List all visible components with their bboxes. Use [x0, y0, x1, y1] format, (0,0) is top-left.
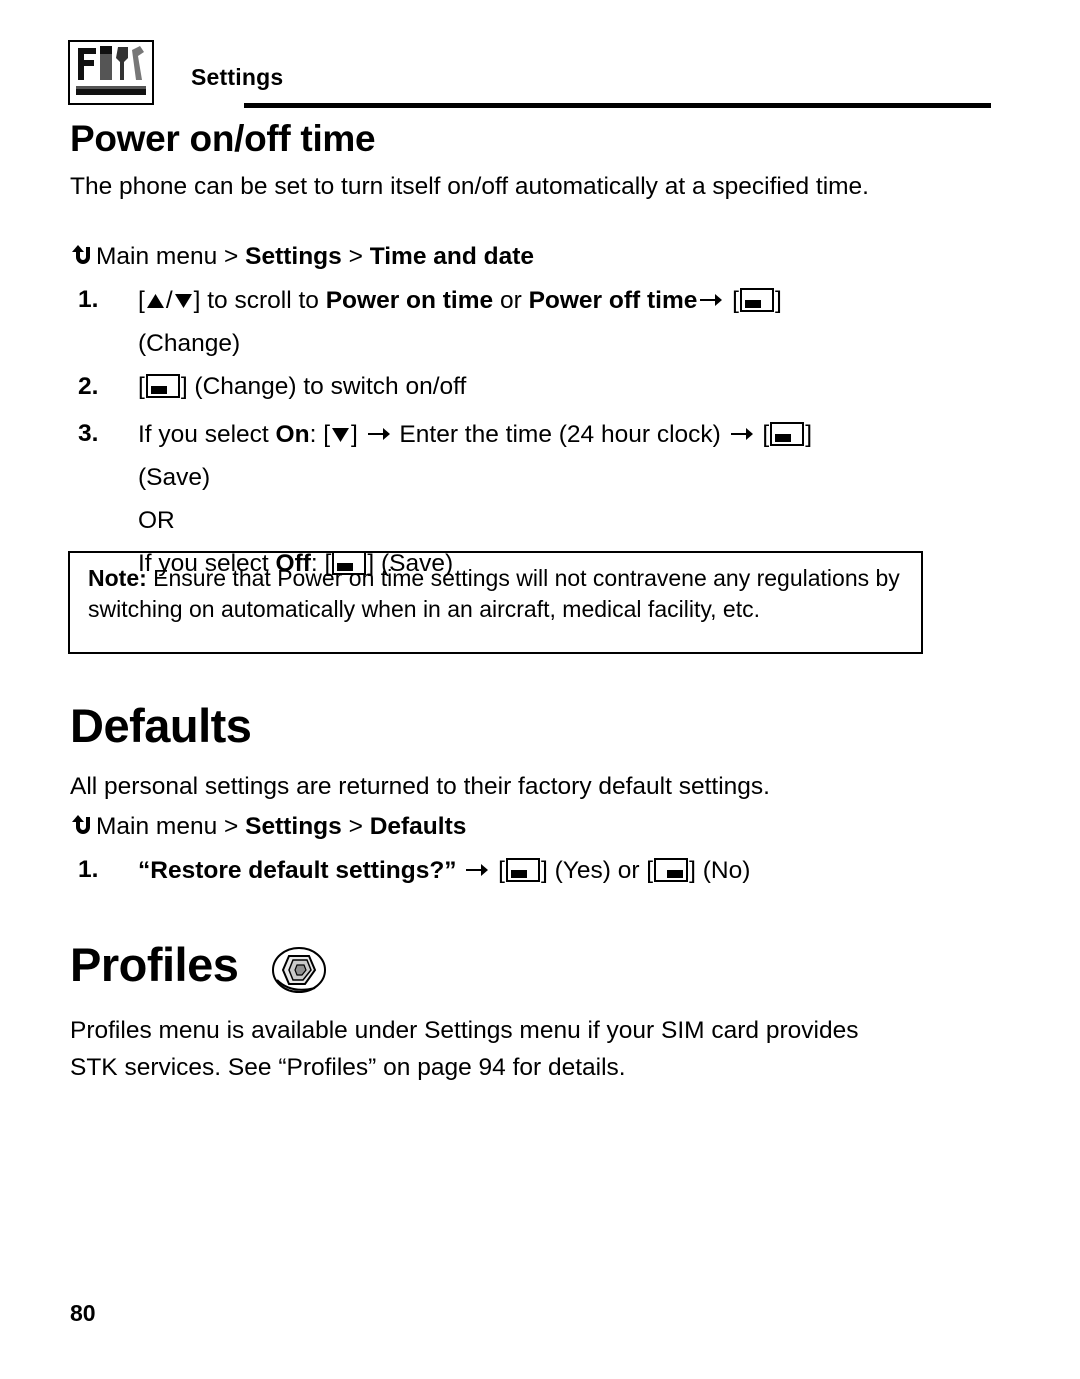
softkey-right-icon — [654, 855, 689, 894]
power-step-3-text: If you select On: [] Enter the time (24 … — [138, 421, 812, 448]
power-step-3-line2: (Save) — [138, 464, 211, 491]
power-step-2: 2. [] (Change) to switch on/off — [78, 367, 928, 410]
defaults-step-1: 1. “Restore default settings?” [] (Yes) … — [78, 850, 928, 894]
softkey-left-icon — [739, 285, 774, 324]
page-number: 80 — [70, 1300, 96, 1326]
hook-arrow-icon — [70, 243, 96, 277]
power-step-1-text: [/] to scroll to Power on time or Power … — [138, 287, 782, 314]
section-heading-defaults: Defaults — [70, 699, 252, 752]
power-intro-text: The phone can be set to turn itself on/o… — [70, 173, 869, 200]
profiles-body-text: Profiles menu is available under Setting… — [70, 1017, 859, 1081]
down-triangle-icon — [174, 283, 193, 322]
power-step-2-number: 2. — [78, 373, 99, 400]
power-step-1: 1. [/] to scroll to Power on time or Pow… — [78, 280, 928, 363]
manual-page: Settings Power on/off time The phone can… — [0, 0, 1080, 1379]
defaults-nav-settings: Settings — [245, 813, 342, 840]
power-step-1-line2: (Change) — [138, 330, 241, 357]
right-arrow-icon — [700, 280, 723, 319]
power-step-1-number: 1. — [78, 286, 99, 313]
right-arrow-icon — [730, 414, 753, 453]
power-step-3-or: OR — [138, 507, 175, 534]
note-text: Note: Ensure that Power on time settings… — [88, 563, 908, 625]
softkey-left-icon — [506, 855, 540, 894]
defaults-steps-list: 1. “Restore default settings?” [] (Yes) … — [78, 850, 928, 894]
power-step-2-text: [] (Change) to switch on/off — [138, 373, 466, 400]
up-triangle-icon — [146, 283, 165, 322]
defaults-nav-prefix: Main menu > — [96, 813, 246, 840]
power-nav-settings: Settings — [245, 243, 342, 270]
note-label: Note: — [88, 565, 147, 591]
power-nav-prefix: Main menu > — [96, 243, 246, 270]
header-title: Settings — [191, 64, 284, 90]
profiles-shield-icon — [271, 946, 327, 994]
power-step-3-number: 3. — [78, 420, 99, 447]
right-arrow-icon — [367, 414, 390, 453]
hook-arrow-icon — [70, 813, 96, 847]
softkey-left-icon — [770, 419, 805, 458]
right-arrow-icon — [466, 850, 489, 889]
down-triangle-icon — [331, 417, 350, 456]
power-steps-list: 1. [/] to scroll to Power on time or Pow… — [78, 280, 928, 587]
power-navigation-path: Main menu > Settings > Time and date — [70, 240, 534, 277]
note-body: Ensure that Power on time settings will … — [88, 565, 900, 622]
power-nav-time-and-date: Time and date — [369, 243, 534, 270]
defaults-step-1-text: “Restore default settings?” [] (Yes) or … — [138, 857, 750, 884]
note-box: Note: Ensure that Power on time settings… — [68, 551, 923, 654]
page-header: Settings — [68, 40, 991, 110]
header-divider — [244, 103, 991, 108]
section-heading-profiles: Profiles — [70, 938, 239, 991]
softkey-left-icon — [145, 371, 180, 410]
settings-tools-icon — [68, 40, 154, 105]
defaults-step-1-number: 1. — [78, 856, 99, 883]
power-nav-sep: > — [341, 243, 370, 270]
defaults-intro-text: All personal settings are returned to th… — [70, 773, 770, 800]
defaults-navigation-path: Main menu > Settings > Defaults — [70, 810, 466, 847]
section-heading-power: Power on/off time — [70, 118, 376, 159]
defaults-nav-sep: > — [341, 813, 370, 840]
defaults-nav-defaults: Defaults — [369, 813, 467, 840]
